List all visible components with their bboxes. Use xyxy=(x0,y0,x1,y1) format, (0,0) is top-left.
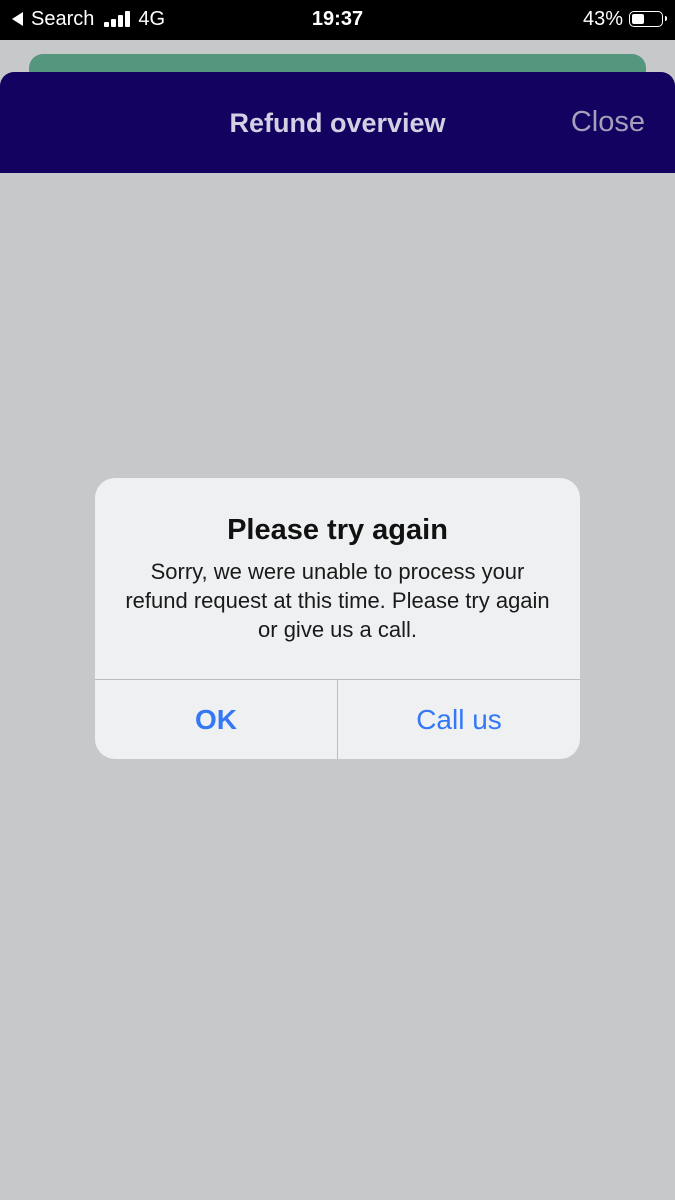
alert-message: Sorry, we were unable to process your re… xyxy=(125,559,550,642)
battery-percent: 43% xyxy=(582,7,623,30)
battery-level xyxy=(632,14,644,24)
alert-title: Please try again xyxy=(227,514,448,546)
call-us-button[interactable]: Call us xyxy=(338,680,580,759)
close-button[interactable]: Close xyxy=(571,106,645,139)
navigation-bar: Refund overview Close xyxy=(0,72,675,173)
battery-icon xyxy=(629,11,667,27)
status-bar: Search 4G 19:37 43% xyxy=(0,0,675,40)
battery-status: 43% xyxy=(582,6,667,32)
status-time: 19:37 xyxy=(311,8,364,30)
ok-button[interactable]: OK xyxy=(95,680,337,759)
alert-dialog: Please try again Sorry, we were unable t… xyxy=(95,478,580,759)
